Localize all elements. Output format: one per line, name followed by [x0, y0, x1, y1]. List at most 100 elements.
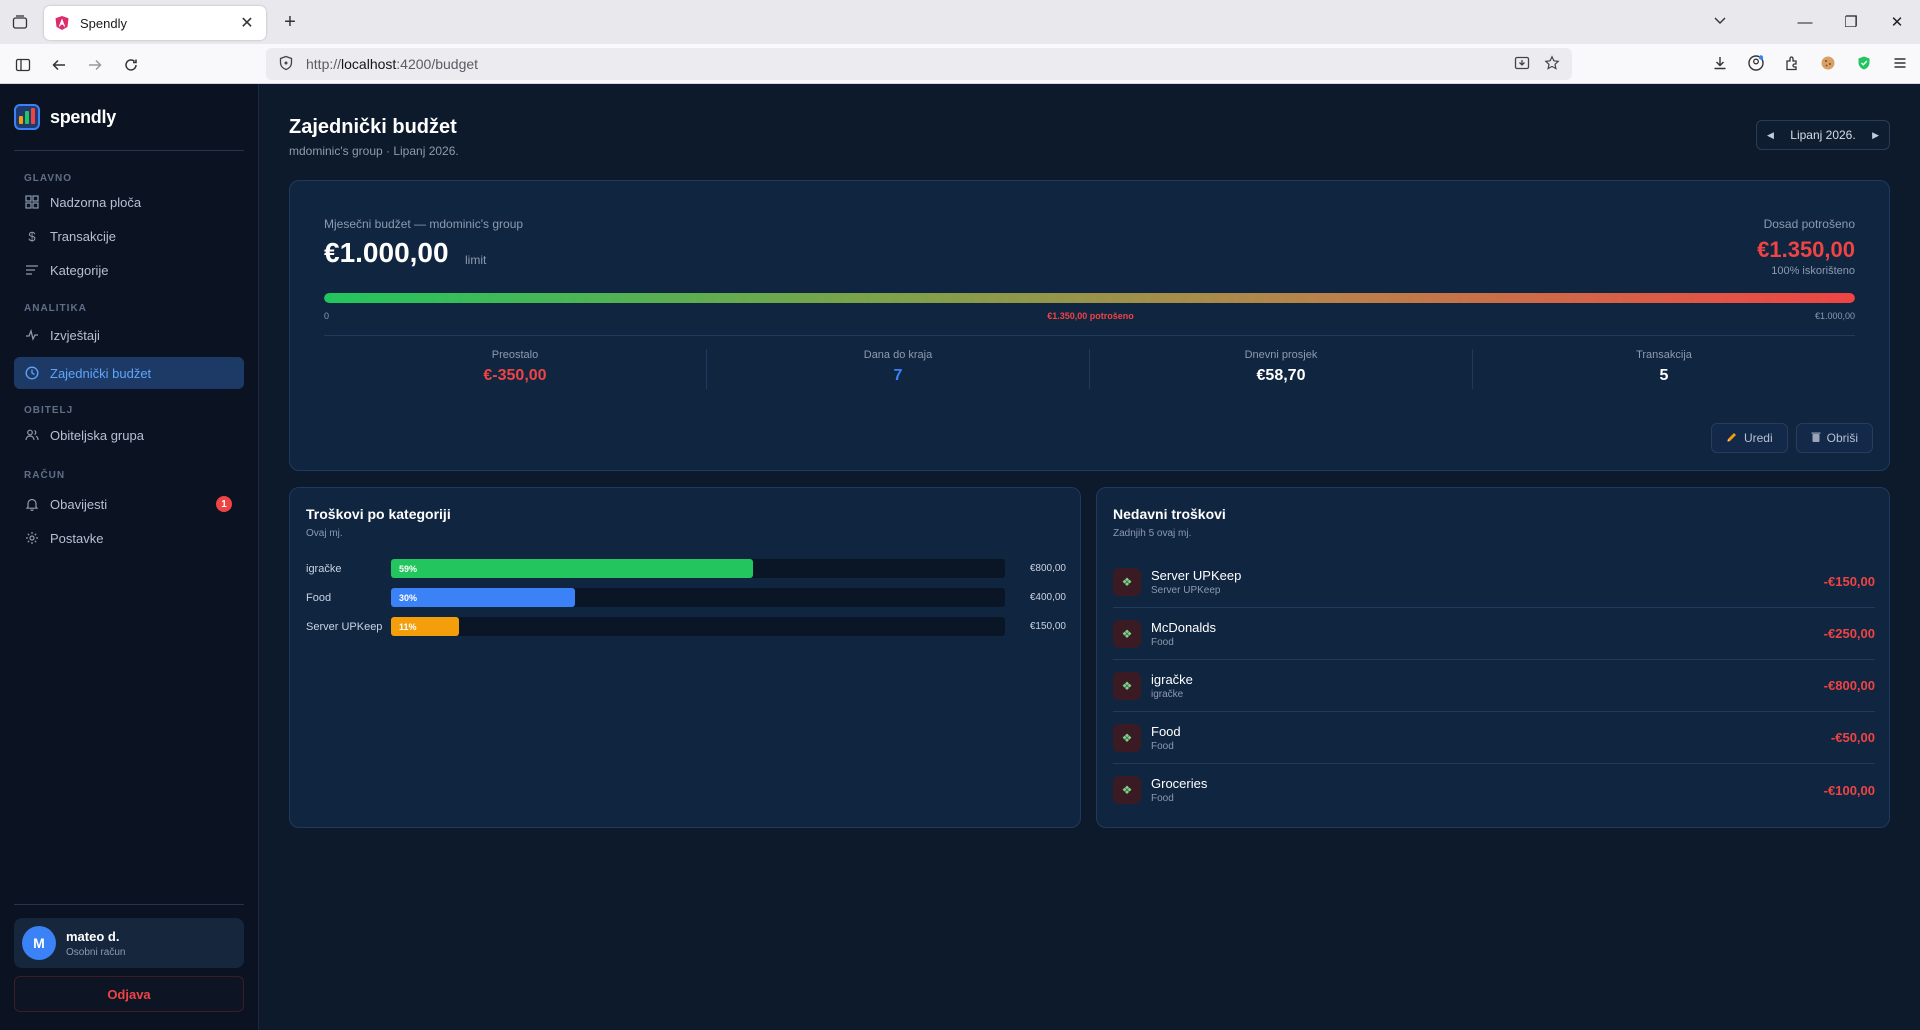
stat-transactions: Transakcija 5 [1473, 349, 1855, 389]
account-icon[interactable] [1746, 52, 1766, 74]
list-icon [24, 262, 40, 278]
budget-progress-fill [324, 293, 1855, 303]
extensions-icon[interactable] [1782, 52, 1802, 74]
spent-amount: €1.350,00 [1757, 237, 1855, 262]
sidebar-item-reports[interactable]: Izvještaji [14, 319, 244, 351]
transaction-category: Server UPKeep [1151, 584, 1221, 596]
list-item[interactable]: ❖ Server UPKeep Server UPKeep -€150,00 [1113, 556, 1875, 608]
stat-value: €58,70 [1256, 367, 1306, 384]
user-card[interactable]: M mateo d. Osobni račun [14, 918, 244, 968]
stat-value: €-350,00 [483, 367, 547, 384]
browser-tab[interactable]: Spendly ✕ [44, 6, 266, 40]
bookmark-star-icon[interactable] [1544, 54, 1560, 74]
delete-button[interactable]: Obriši [1795, 423, 1873, 453]
trash-icon [1811, 431, 1821, 446]
minimize-icon[interactable]: — [1782, 14, 1828, 31]
clock-icon [24, 365, 40, 381]
budget-label: Mjesečni budžet — mdominic's group [324, 217, 524, 231]
sidebar-item-label: Transakcije [50, 228, 116, 244]
sidebar-item-label: Kategorije [50, 262, 109, 278]
prev-month-icon[interactable]: ◀ [1767, 130, 1774, 141]
chevron-down-icon[interactable] [1712, 12, 1732, 32]
category-expenses-card: Troškovi po kategoriji Ovaj mj. igračke … [289, 487, 1081, 828]
stat-label: Transakcija [1636, 349, 1692, 361]
sidebar-item-dashboard[interactable]: Nadzorna ploča [14, 186, 244, 218]
divider [14, 150, 244, 151]
extension-cookie-icon[interactable] [1818, 52, 1838, 74]
list-item[interactable]: ❖ Food Food -€50,00 [1113, 712, 1875, 764]
new-tab-icon[interactable]: + [280, 12, 300, 32]
recent-expenses-card: Nedavni troškovi Zadnjih 5 ovaj mj. ❖ Se… [1096, 487, 1890, 828]
brand[interactable]: spendly [14, 104, 116, 130]
reload-icon[interactable] [120, 54, 142, 76]
edit-button[interactable]: Uredi [1710, 423, 1788, 453]
used-percent: 100% iskorišteno [1771, 265, 1855, 277]
activity-icon [24, 327, 40, 343]
sidebar-item-label: Obiteljska grupa [50, 427, 144, 443]
tab-list-icon[interactable] [10, 12, 30, 32]
stat-value: 5 [1659, 367, 1669, 384]
category-amount: €400,00 [1029, 592, 1066, 603]
menu-hamburger-icon[interactable] [1890, 52, 1910, 74]
card-title: Troškovi po kategoriji [306, 506, 451, 522]
nav-section-account: RAČUN [24, 470, 66, 481]
tab-bar: Spendly ✕ + — ❐ ✕ [0, 0, 1920, 44]
sidebar: spendly GLAVNO Nadzorna ploča $ Transakc… [0, 84, 259, 1030]
category-bar-fill: 30% [391, 588, 576, 607]
category-name: igračke [306, 562, 342, 575]
brand-name: spendly [50, 106, 116, 127]
category-bar-track: 30% [391, 588, 1005, 607]
stat-value: 7 [893, 367, 903, 384]
sidebar-item-categories[interactable]: Kategorije [14, 254, 244, 286]
url-host: localhost [341, 56, 397, 72]
budget-actions: Uredi Obriši [1710, 423, 1873, 453]
downloads-icon[interactable] [1710, 52, 1730, 74]
nav-section-analytics: ANALITIKA [24, 303, 87, 314]
back-arrow-icon[interactable] [48, 54, 70, 76]
divider [14, 904, 244, 905]
sidebar-toggle-icon[interactable] [12, 54, 34, 76]
list-item[interactable]: ❖ igračke igračke -€800,00 [1113, 660, 1875, 712]
transaction-amount: -€250,00 [1823, 626, 1875, 641]
save-page-icon[interactable] [1514, 55, 1530, 74]
logout-button[interactable]: Odjava [14, 976, 244, 1012]
budget-limit-word: limit [465, 253, 487, 267]
extension-shield-icon[interactable] [1854, 52, 1874, 74]
list-item[interactable]: ❖ McDonalds Food -€250,00 [1113, 608, 1875, 660]
budget-card: Mjesečni budžet — mdominic's group €1.00… [289, 180, 1890, 471]
sidebar-item-label: Nadzorna ploča [50, 194, 142, 210]
delete-label: Obriši [1826, 431, 1858, 445]
sidebar-item-notifications[interactable]: Obavijesti 1 [14, 488, 244, 520]
restore-icon[interactable]: ❐ [1828, 13, 1874, 31]
transaction-list: ❖ Server UPKeep Server UPKeep -€150,00 ❖ … [1113, 556, 1875, 816]
sidebar-item-family-group[interactable]: Obiteljska grupa [14, 419, 244, 451]
list-item[interactable]: ❖ Groceries Food -€100,00 [1113, 764, 1875, 816]
transaction-amount: -€50,00 [1830, 730, 1875, 745]
close-window-icon[interactable]: ✕ [1874, 13, 1920, 31]
window-controls: — ❐ ✕ [1782, 0, 1920, 44]
transaction-category: Food [1151, 636, 1174, 648]
transaction-category: igračke [1151, 688, 1184, 700]
card-subtitle: Zadnjih 5 ovaj mj. [1113, 528, 1192, 539]
tab-close-icon[interactable]: ✕ [238, 13, 256, 33]
transaction-name: igračke [1151, 671, 1193, 687]
site-info-shield-icon[interactable] [278, 55, 294, 74]
tag-icon: ❖ [1113, 567, 1141, 596]
category-amount: €150,00 [1029, 621, 1066, 632]
category-bar-fill: 59% [391, 559, 754, 578]
sidebar-item-transactions[interactable]: $ Transakcije [14, 220, 244, 252]
sidebar-item-settings[interactable]: Postavke [14, 522, 244, 554]
url-prefix: http:// [306, 56, 342, 72]
users-icon [24, 427, 40, 443]
stat-label: Preostalo [491, 349, 539, 361]
dollar-icon: $ [28, 228, 36, 244]
sidebar-item-shared-budget[interactable]: Zajednički budžet [14, 357, 244, 389]
bell-icon [24, 496, 40, 512]
forward-arrow-icon[interactable] [84, 54, 106, 76]
sidebar-item-label: Obavijesti [50, 496, 108, 512]
sidebar-item-label: Zajednički budžet [50, 365, 152, 381]
next-month-icon[interactable]: ▶ [1872, 130, 1879, 141]
divider [324, 335, 1855, 336]
url-bar[interactable]: http://localhost:4200/budget [266, 48, 1572, 80]
card-title: Nedavni troškovi [1113, 506, 1226, 522]
